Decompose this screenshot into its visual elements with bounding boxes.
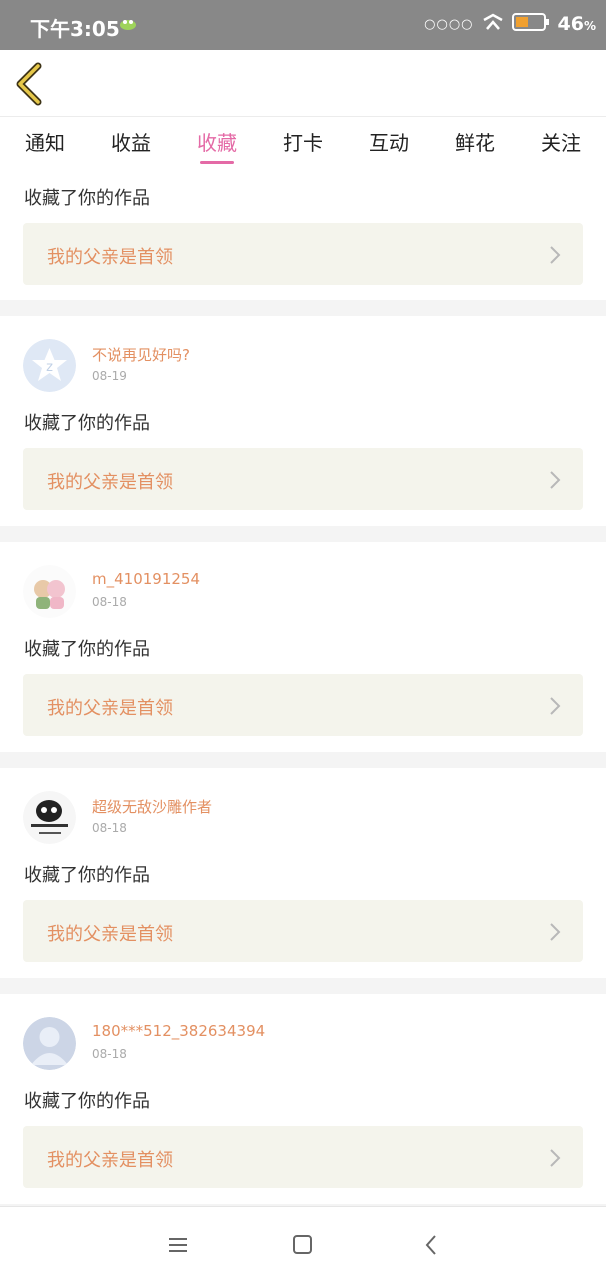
avatar[interactable] bbox=[23, 1017, 76, 1070]
work-link[interactable]: 我的父亲是首领 bbox=[23, 900, 583, 962]
chevron-right-icon bbox=[549, 470, 561, 490]
avatar[interactable] bbox=[23, 565, 76, 618]
chevron-right-icon bbox=[549, 1148, 561, 1168]
active-tab-indicator bbox=[200, 161, 234, 164]
wifi-icon bbox=[482, 13, 504, 35]
notification-list: 收藏了你的作品 我的父亲是首领 z 不说再见好吗? 08-19 收藏了你的作品 … bbox=[0, 165, 606, 1220]
back-icon bbox=[418, 1231, 446, 1259]
username[interactable]: 超级无敌沙雕作者 bbox=[92, 796, 212, 817]
notification-date: 08-18 bbox=[92, 821, 127, 835]
notification-date: 08-18 bbox=[92, 595, 127, 609]
notification-card: m_410191254 08-18 收藏了你的作品 我的父亲是首领 bbox=[0, 542, 606, 752]
work-title: 我的父亲是首领 bbox=[47, 694, 173, 720]
work-title: 我的父亲是首领 bbox=[47, 920, 173, 946]
notification-card: 超级无敌沙雕作者 08-18 收藏了你的作品 我的父亲是首领 bbox=[0, 768, 606, 978]
tab-checkin[interactable]: 打卡 bbox=[273, 127, 333, 156]
work-link[interactable]: 我的父亲是首领 bbox=[23, 674, 583, 736]
system-back-button[interactable] bbox=[418, 1231, 446, 1259]
notification-date: 08-18 bbox=[92, 1047, 127, 1061]
notification-card: 收藏了你的作品 我的父亲是首领 bbox=[0, 165, 606, 300]
system-navigation-bar bbox=[0, 1206, 606, 1281]
menu-icon bbox=[165, 1231, 193, 1259]
tab-earnings[interactable]: 收益 bbox=[101, 127, 161, 156]
username[interactable]: 不说再见好吗? bbox=[92, 344, 190, 365]
chevron-right-icon bbox=[549, 922, 561, 942]
notification-action-text: 收藏了你的作品 bbox=[24, 861, 150, 887]
back-chevron-icon bbox=[12, 62, 48, 106]
svg-text:z: z bbox=[46, 360, 53, 375]
app-notification-icon bbox=[118, 16, 138, 36]
home-icon bbox=[289, 1231, 317, 1259]
tab-interaction[interactable]: 互动 bbox=[359, 127, 419, 156]
notification-card: 180***512_382634394 08-18 收藏了你的作品 我的父亲是首… bbox=[0, 994, 606, 1204]
work-title: 我的父亲是首领 bbox=[47, 243, 173, 269]
notification-action-text: 收藏了你的作品 bbox=[24, 635, 150, 661]
notification-card: z 不说再见好吗? 08-19 收藏了你的作品 我的父亲是首领 bbox=[0, 316, 606, 526]
work-link[interactable]: 我的父亲是首领 bbox=[23, 1126, 583, 1188]
chevron-right-icon bbox=[549, 696, 561, 716]
work-title: 我的父亲是首领 bbox=[47, 468, 173, 494]
status-time: 下午3:05 bbox=[30, 13, 120, 42]
tab-favorites[interactable]: 收藏 bbox=[187, 127, 247, 156]
battery-icon bbox=[512, 12, 550, 36]
avatar[interactable] bbox=[23, 791, 76, 844]
work-link[interactable]: 我的父亲是首领 bbox=[23, 448, 583, 510]
tab-flowers[interactable]: 鲜花 bbox=[445, 127, 505, 156]
home-button[interactable] bbox=[289, 1231, 317, 1259]
work-link[interactable]: 我的父亲是首领 bbox=[23, 223, 583, 285]
header bbox=[0, 50, 606, 117]
notification-date: 08-19 bbox=[92, 369, 127, 383]
tab-notifications[interactable]: 通知 bbox=[15, 127, 75, 156]
signal-dots: ○○○○ bbox=[424, 17, 473, 32]
status-bar: 下午3:05 ○○○○ 46% bbox=[0, 0, 606, 50]
tab-bar: 通知 收益 收藏 打卡 互动 鲜花 关注 bbox=[0, 117, 606, 165]
tab-following[interactable]: 关注 bbox=[531, 127, 591, 156]
notification-action-text: 收藏了你的作品 bbox=[24, 1087, 150, 1113]
avatar[interactable]: z bbox=[23, 339, 76, 392]
notification-action-text: 收藏了你的作品 bbox=[24, 184, 150, 210]
battery-percent: 46% bbox=[558, 13, 596, 35]
menu-button[interactable] bbox=[165, 1231, 193, 1259]
chevron-right-icon bbox=[549, 245, 561, 265]
work-title: 我的父亲是首领 bbox=[47, 1146, 173, 1172]
notification-action-text: 收藏了你的作品 bbox=[24, 409, 150, 435]
username[interactable]: m_410191254 bbox=[92, 570, 200, 588]
username[interactable]: 180***512_382634394 bbox=[92, 1022, 265, 1040]
back-button[interactable] bbox=[12, 62, 52, 106]
